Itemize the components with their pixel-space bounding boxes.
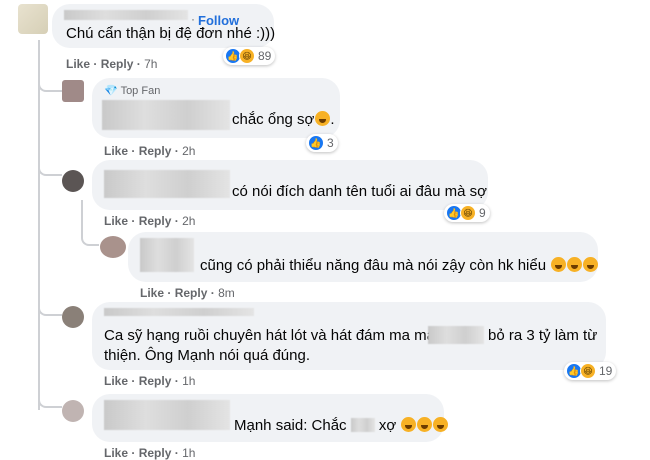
author-name[interactable] (104, 170, 230, 198)
thread-elbow-c2 (38, 74, 62, 92)
like-button[interactable]: Like (66, 57, 90, 71)
haha-emoji (401, 417, 417, 432)
author-name[interactable] (104, 400, 230, 430)
thread-elbow-c4 (81, 226, 99, 246)
timestamp[interactable]: 7h (144, 57, 157, 71)
reply-button[interactable]: Reply (139, 374, 172, 388)
avatar[interactable] (100, 236, 126, 258)
author-name[interactable] (140, 238, 194, 272)
thread-elbow-c3 (38, 150, 62, 176)
haha-emoji (417, 417, 433, 432)
redacted-name (428, 326, 484, 344)
haha-emoji (583, 257, 599, 272)
comment-text: bỏ ra 3 tỷ làm từ (488, 327, 598, 344)
reaction-count: 89 (258, 49, 272, 63)
thread-elbow-c6 (38, 314, 62, 408)
haha-emoji (567, 257, 583, 272)
top-fan-badge: 💎 Top Fan (104, 85, 161, 97)
timestamp[interactable]: 1h (182, 374, 195, 388)
haha-emoji (315, 111, 331, 126)
like-button[interactable]: Like (140, 286, 164, 300)
reaction-count: 9 (479, 206, 486, 220)
reply-button[interactable]: Reply (139, 144, 172, 158)
reaction-summary[interactable]: 👍 3 (306, 134, 338, 152)
avatar[interactable] (62, 170, 84, 192)
reaction-summary[interactable]: 👍 😆 9 (444, 204, 490, 222)
comment-actions: Like · Reply · 1h (104, 374, 196, 388)
haha-emoji (551, 257, 567, 272)
avatar[interactable] (62, 400, 84, 422)
avatar[interactable] (18, 4, 48, 34)
timestamp[interactable]: 2h (182, 144, 195, 158)
comment-actions: Like · Reply · 2h (104, 144, 196, 158)
reply-button[interactable]: Reply (175, 286, 208, 300)
comment-text: Chú cẩn thận bị đệ đơn nhé :))) (66, 25, 276, 42)
haha-emoji (433, 417, 449, 432)
comment-text: chắc ổng sợ. (232, 111, 335, 128)
comment-text: Ca sỹ hạng ruồi chuyên hát lót và hát đá… (104, 327, 436, 344)
haha-reaction-icon: 😆 (460, 205, 476, 221)
avatar[interactable] (62, 306, 84, 328)
author-name[interactable] (64, 10, 188, 20)
timestamp[interactable]: 2h (182, 214, 195, 228)
reply-button[interactable]: Reply (139, 214, 172, 228)
haha-reaction-icon: 😆 (580, 363, 596, 379)
timestamp[interactable]: 8m (218, 286, 235, 300)
thread-elbow-c5 (38, 228, 62, 316)
reaction-count: 3 (327, 136, 334, 150)
comment-text: Mạnh said: Chắc xợ (234, 416, 449, 436)
redacted-word (350, 418, 375, 432)
reaction-summary[interactable]: 👍 😆 19 (564, 362, 617, 380)
avatar[interactable] (62, 80, 84, 102)
comment-text: có nói đích danh tên tuổi ai đâu mà sợ (232, 183, 487, 200)
reaction-count: 19 (599, 364, 613, 378)
comment-text: thiện. Ông Mạnh nói quá đúng. (104, 347, 310, 364)
like-button[interactable]: Like (104, 374, 128, 388)
like-button[interactable]: Like (104, 144, 128, 158)
author-name[interactable] (104, 308, 254, 316)
like-button[interactable]: Like (104, 214, 128, 228)
reaction-summary[interactable]: 👍 😆 89 (223, 47, 276, 65)
author-name[interactable] (102, 100, 230, 130)
like-reaction-icon: 👍 (308, 135, 324, 151)
haha-reaction-icon: 😆 (239, 48, 255, 64)
comment-actions: Like · Reply · 2h (104, 214, 196, 228)
comment-text: cũng có phải thiểu năng đâu mà nói zậy c… (200, 256, 599, 276)
reply-button[interactable]: Reply (101, 57, 134, 71)
comment-actions: Like · Reply · 8m (140, 286, 235, 300)
diamond-icon: 💎 (104, 85, 118, 97)
comment-actions: Like · Reply · 7h (66, 57, 158, 71)
